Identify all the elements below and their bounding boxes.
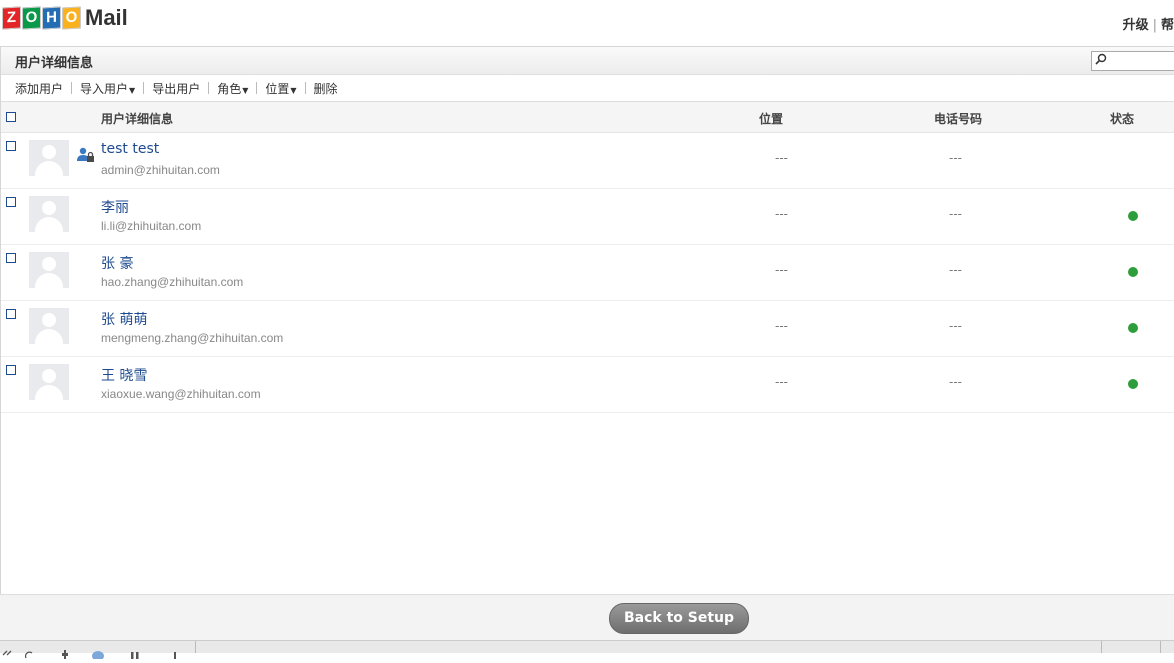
- logo-letter-o: O: [22, 6, 41, 30]
- footer-bar: Back to Setup: [0, 594, 1174, 641]
- user-phone: ---: [949, 375, 962, 389]
- logo-letter-o: O: [62, 6, 81, 30]
- user-phone: ---: [949, 151, 962, 165]
- table-row[interactable]: 张 萌萌 mengmeng.zhang@zhihuitan.com --- --…: [1, 301, 1174, 357]
- user-location: ---: [775, 375, 788, 389]
- status-active-icon: [1128, 379, 1138, 389]
- role-dropdown[interactable]: 角色▼: [217, 80, 248, 97]
- search-input[interactable]: [1091, 51, 1174, 71]
- table-row[interactable]: 张 豪 hao.zhang@zhihuitan.com --- ---: [1, 245, 1174, 301]
- avatar: [29, 140, 69, 176]
- table-header: 用户详细信息 位置 电话号码 状态: [1, 102, 1174, 133]
- user-location: ---: [775, 207, 788, 221]
- avatar: [29, 364, 69, 400]
- status-active-icon: [1128, 211, 1138, 221]
- table-row[interactable]: test test admin@zhihuitan.com --- ---: [1, 133, 1174, 189]
- panel-title: 用户详细信息: [15, 56, 94, 71]
- user-name[interactable]: 李丽: [101, 197, 129, 217]
- zoho-logo-letters: Z O H O: [2, 6, 82, 30]
- toolbar-divider: [143, 82, 145, 94]
- user-details-panel: 用户详细信息 添加用户 导入用户▼ 导出用户 角色▼ 位置▼ 删除 用户详细信息…: [0, 46, 1174, 595]
- user-name[interactable]: 张 萌萌: [101, 309, 147, 329]
- column-header-phone[interactable]: 电话号码: [934, 110, 982, 127]
- top-links: 升级 | 帮: [1123, 14, 1174, 33]
- row-checkbox[interactable]: [6, 365, 16, 375]
- user-list: test test admin@zhihuitan.com --- --- 李丽…: [1, 133, 1174, 413]
- chevron-down-icon: ▼: [129, 85, 136, 95]
- avatar: [29, 196, 69, 232]
- status-active-icon: [1128, 323, 1138, 333]
- chevron-down-icon: ▼: [290, 85, 297, 95]
- user-email: li.li@zhihuitan.com: [101, 219, 202, 233]
- bottom-toolbar: [0, 640, 1174, 661]
- delete-button[interactable]: 删除: [314, 80, 338, 97]
- user-location: ---: [775, 263, 788, 277]
- user-email: mengmeng.zhang@zhihuitan.com: [101, 331, 284, 345]
- help-link[interactable]: 帮: [1161, 18, 1174, 33]
- table-row[interactable]: 王 晓雪 xiaoxue.wang@zhihuitan.com --- ---: [1, 357, 1174, 413]
- role-label: 角色: [217, 81, 242, 96]
- user-email: xiaoxue.wang@zhihuitan.com: [101, 387, 261, 401]
- row-checkbox[interactable]: [6, 197, 16, 207]
- logo-letter-h: H: [42, 6, 61, 30]
- zoho-mail-logo[interactable]: Z O H O Mail: [2, 5, 128, 31]
- add-user-button[interactable]: 添加用户: [15, 80, 63, 97]
- toolbar-divider: [195, 641, 196, 653]
- back-to-setup-button[interactable]: Back to Setup: [609, 603, 749, 634]
- table-row[interactable]: 李丽 li.li@zhihuitan.com --- ---: [1, 189, 1174, 245]
- status-active-icon: [1128, 267, 1138, 277]
- column-header-location[interactable]: 位置: [759, 110, 783, 127]
- user-name[interactable]: 王 晓雪: [101, 365, 147, 385]
- user-name[interactable]: 张 豪: [101, 253, 133, 273]
- row-checkbox[interactable]: [6, 253, 16, 263]
- admin-lock-icon: [77, 147, 95, 163]
- top-header: Z O H O Mail 升级 | 帮: [0, 0, 1174, 46]
- product-name: Mail: [85, 5, 128, 30]
- logo-letter-z: Z: [2, 6, 21, 30]
- search-icon: [1095, 53, 1107, 68]
- user-phone: ---: [949, 319, 962, 333]
- import-users-label: 导入用户: [80, 81, 129, 96]
- location-dropdown[interactable]: 位置▼: [265, 80, 296, 97]
- user-location: ---: [775, 151, 788, 165]
- row-checkbox[interactable]: [6, 309, 16, 319]
- toolbar-divider: [1101, 641, 1102, 653]
- toolbar-divider: [304, 82, 306, 94]
- user-name[interactable]: test test: [101, 141, 159, 157]
- user-email: admin@zhihuitan.com: [101, 163, 220, 177]
- row-checkbox[interactable]: [6, 141, 16, 151]
- import-users-dropdown[interactable]: 导入用户▼: [80, 80, 135, 97]
- toolbar-divider: [71, 82, 73, 94]
- select-all-checkbox[interactable]: [6, 112, 16, 122]
- toolbar-divider: [1160, 641, 1161, 653]
- panel-header: 用户详细信息: [1, 47, 1174, 75]
- user-phone: ---: [949, 263, 962, 277]
- toolbar-divider: [208, 82, 210, 94]
- export-users-button[interactable]: 导出用户: [152, 80, 200, 97]
- toolbar: 添加用户 导入用户▼ 导出用户 角色▼ 位置▼ 删除: [1, 75, 1174, 102]
- link-divider: |: [1152, 18, 1157, 33]
- chevron-down-icon: ▼: [242, 85, 249, 95]
- user-email: hao.zhang@zhihuitan.com: [101, 275, 244, 289]
- user-location: ---: [775, 319, 788, 333]
- column-header-status[interactable]: 状态: [1110, 110, 1134, 127]
- avatar: [29, 308, 69, 344]
- avatar: [29, 252, 69, 288]
- location-label: 位置: [265, 81, 290, 96]
- user-phone: ---: [949, 207, 962, 221]
- toolbar-divider: [256, 82, 258, 94]
- upgrade-link[interactable]: 升级: [1123, 18, 1149, 33]
- column-header-details[interactable]: 用户详细信息: [101, 110, 173, 127]
